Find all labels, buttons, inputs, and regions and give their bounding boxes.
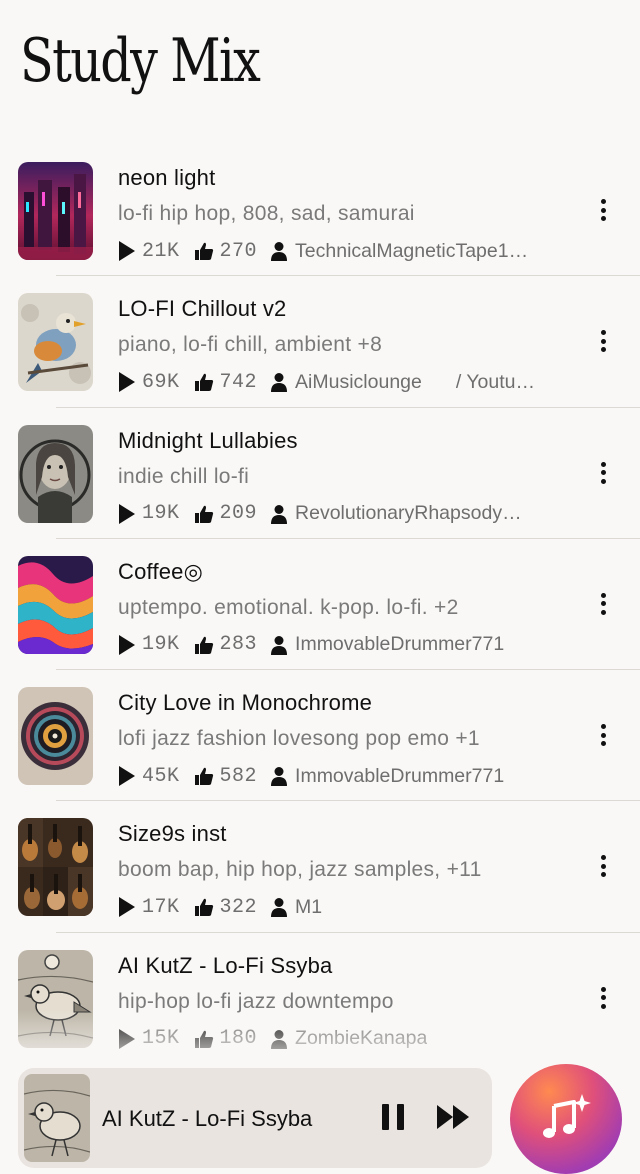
play-icon bbox=[119, 634, 135, 655]
like-count: 270 bbox=[219, 239, 258, 263]
track-tags: indie chill lo-fi bbox=[118, 464, 250, 488]
play-icon bbox=[119, 1028, 135, 1049]
user-icon bbox=[271, 373, 288, 393]
track-title[interactable]: Size9s inst bbox=[118, 821, 227, 847]
track-tags: uptempo. emotional. k-pop. lo-fi. +2 bbox=[118, 595, 459, 619]
play-count: 17K bbox=[142, 895, 180, 919]
more-vertical-icon[interactable] bbox=[592, 458, 614, 488]
thumbs-up-icon bbox=[194, 505, 213, 523]
track-tags: boom bap, hip hop, jazz samples, +11 bbox=[118, 858, 482, 882]
track-stats: 17K 322 M1 bbox=[118, 894, 563, 920]
track-stats: 45K 582 ImmovableDrummer771 bbox=[118, 763, 563, 789]
track-title[interactable]: AI KutZ - Lo-Fi Ssyba bbox=[118, 953, 333, 979]
play-icon bbox=[119, 766, 135, 787]
track-row[interactable]: AI KutZ - Lo-Fi Ssyba hip-hop lo-fi jazz… bbox=[0, 933, 640, 1064]
now-playing-artwork bbox=[24, 1074, 90, 1162]
track-title[interactable]: LO-FI Chillout v2 bbox=[118, 296, 286, 322]
user-icon bbox=[271, 635, 288, 655]
track-author[interactable]: RevolutionaryRhapsody… bbox=[295, 502, 522, 525]
track-row[interactable]: Coffee◎ uptempo. emotional. k-pop. lo-fi… bbox=[0, 539, 640, 671]
play-icon bbox=[119, 897, 135, 918]
thumbs-up-icon bbox=[194, 242, 213, 260]
track-artwork bbox=[18, 424, 93, 523]
like-count: 283 bbox=[219, 633, 258, 657]
track-stats: 15K 180 ZombieKanapa bbox=[118, 1026, 563, 1052]
track-row[interactable]: LO-FI Chillout v2 piano, lo-fi chill, am… bbox=[0, 276, 640, 408]
track-row[interactable]: Size9s inst boom bap, hip hop, jazz samp… bbox=[0, 801, 640, 934]
thumbs-up-icon bbox=[194, 1030, 213, 1048]
track-author[interactable]: AiMusiclounge bbox=[295, 371, 422, 394]
thumbs-up-icon bbox=[194, 767, 213, 786]
track-tags: lo-fi hip hop, 808, sad, samurai bbox=[118, 202, 415, 225]
play-count: 15K bbox=[142, 1027, 180, 1051]
like-count: 180 bbox=[219, 1027, 258, 1051]
like-count: 322 bbox=[219, 895, 258, 919]
user-icon bbox=[271, 767, 288, 787]
user-icon bbox=[271, 898, 288, 918]
page-title: Study Mix bbox=[20, 26, 261, 96]
mini-player[interactable]: AI KutZ - Lo-Fi Ssyba bbox=[18, 1068, 492, 1168]
play-count: 45K bbox=[142, 764, 180, 788]
track-stats: 21K 270 TechnicalMagneticTape1… bbox=[118, 238, 563, 264]
track-row[interactable]: neon light lo-fi hip hop, 808, sad, samu… bbox=[0, 145, 640, 277]
user-icon bbox=[271, 504, 288, 524]
track-artwork bbox=[18, 687, 93, 786]
track-row[interactable]: City Love in Monochrome lofi jazz fashio… bbox=[0, 670, 640, 802]
play-count: 21K bbox=[142, 239, 180, 263]
like-count: 582 bbox=[219, 764, 258, 788]
track-artwork bbox=[18, 293, 93, 392]
thumbs-up-icon bbox=[194, 899, 213, 917]
play-icon bbox=[119, 372, 135, 393]
fast-forward-icon[interactable] bbox=[436, 1104, 470, 1130]
more-vertical-icon[interactable] bbox=[592, 983, 614, 1013]
track-stats: 69K 742 AiMusiclounge / Youtu… bbox=[118, 369, 563, 395]
thumbs-up-icon bbox=[194, 636, 213, 654]
track-title[interactable]: Coffee◎ bbox=[118, 559, 203, 585]
track-title[interactable]: neon light bbox=[118, 165, 215, 191]
track-title[interactable]: City Love in Monochrome bbox=[118, 690, 372, 716]
track-author[interactable]: TechnicalMagneticTape1… bbox=[295, 240, 528, 263]
user-icon bbox=[271, 242, 288, 261]
track-artwork bbox=[18, 555, 93, 654]
track-tags: piano, lo-fi chill, ambient +8 bbox=[118, 333, 383, 357]
play-count: 69K bbox=[142, 370, 180, 394]
track-row[interactable]: Midnight Lullabies indie chill lo-fi 19K… bbox=[0, 408, 640, 540]
more-vertical-icon[interactable] bbox=[592, 195, 614, 225]
play-icon bbox=[119, 503, 135, 524]
track-artwork bbox=[18, 162, 93, 260]
track-artwork bbox=[18, 818, 93, 917]
more-vertical-icon[interactable] bbox=[592, 720, 614, 750]
more-vertical-icon[interactable] bbox=[592, 326, 614, 356]
track-author[interactable]: ImmovableDrummer771 bbox=[295, 633, 504, 656]
track-tags: hip-hop lo-fi jazz downtempo bbox=[118, 989, 394, 1013]
track-author[interactable]: ZombieKanapa bbox=[295, 1027, 427, 1050]
track-author[interactable]: ImmovableDrummer771 bbox=[295, 765, 504, 788]
track-author-extra: / Youtu… bbox=[455, 370, 536, 393]
play-icon bbox=[119, 241, 135, 261]
track-author[interactable]: M1 bbox=[295, 896, 322, 919]
music-sparkle-icon bbox=[543, 1094, 591, 1138]
track-title[interactable]: Midnight Lullabies bbox=[118, 428, 298, 454]
more-vertical-icon[interactable] bbox=[592, 851, 614, 881]
like-count: 209 bbox=[219, 502, 258, 526]
thumbs-up-icon bbox=[194, 374, 213, 392]
track-list: neon light lo-fi hip hop, 808, sad, samu… bbox=[0, 145, 640, 1064]
track-tags: lofi jazz fashion lovesong pop emo +1 bbox=[118, 727, 480, 751]
play-count: 19K bbox=[142, 633, 180, 657]
track-stats: 19K 283 ImmovableDrummer771 bbox=[118, 632, 563, 658]
like-count: 742 bbox=[219, 370, 258, 394]
more-vertical-icon[interactable] bbox=[592, 589, 614, 619]
create-music-button[interactable] bbox=[510, 1064, 622, 1174]
track-artwork bbox=[18, 949, 93, 1048]
now-playing-title[interactable]: AI KutZ - Lo-Fi Ssyba bbox=[102, 1106, 348, 1132]
play-count: 19K bbox=[142, 502, 180, 526]
pause-icon[interactable] bbox=[382, 1104, 404, 1130]
track-stats: 19K 209 RevolutionaryRhapsody… bbox=[118, 501, 563, 527]
user-icon bbox=[271, 1029, 288, 1049]
